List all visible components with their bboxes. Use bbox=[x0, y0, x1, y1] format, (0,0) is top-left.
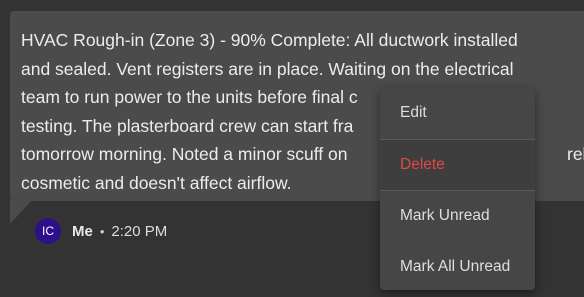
context-menu: Edit Delete Mark Unread Mark All Unread bbox=[380, 88, 535, 290]
menu-item-mark-all-unread[interactable]: Mark All Unread bbox=[380, 242, 535, 293]
sender-name: Me bbox=[72, 222, 93, 240]
menu-item-edit[interactable]: Edit bbox=[380, 88, 535, 139]
message-bubble-tail bbox=[10, 200, 32, 224]
message-line-fragment: rely bbox=[567, 144, 584, 165]
message-line-text: tomorrow morning. Noted a minor scuff on bbox=[21, 144, 348, 165]
menu-item-mark-unread[interactable]: Mark Unread bbox=[380, 191, 535, 242]
avatar[interactable]: IC bbox=[35, 218, 61, 244]
message-line: HVAC Rough-in (Zone 3) - 90% Complete: A… bbox=[21, 30, 518, 50]
message-meta: IC Me • 2:20 PM bbox=[35, 218, 167, 244]
message-line: and sealed. Vent registers are in place.… bbox=[21, 58, 514, 79]
meta-separator: • bbox=[99, 223, 105, 239]
menu-item-delete[interactable]: Delete bbox=[380, 139, 535, 190]
message-timestamp: 2:20 PM bbox=[111, 222, 168, 240]
